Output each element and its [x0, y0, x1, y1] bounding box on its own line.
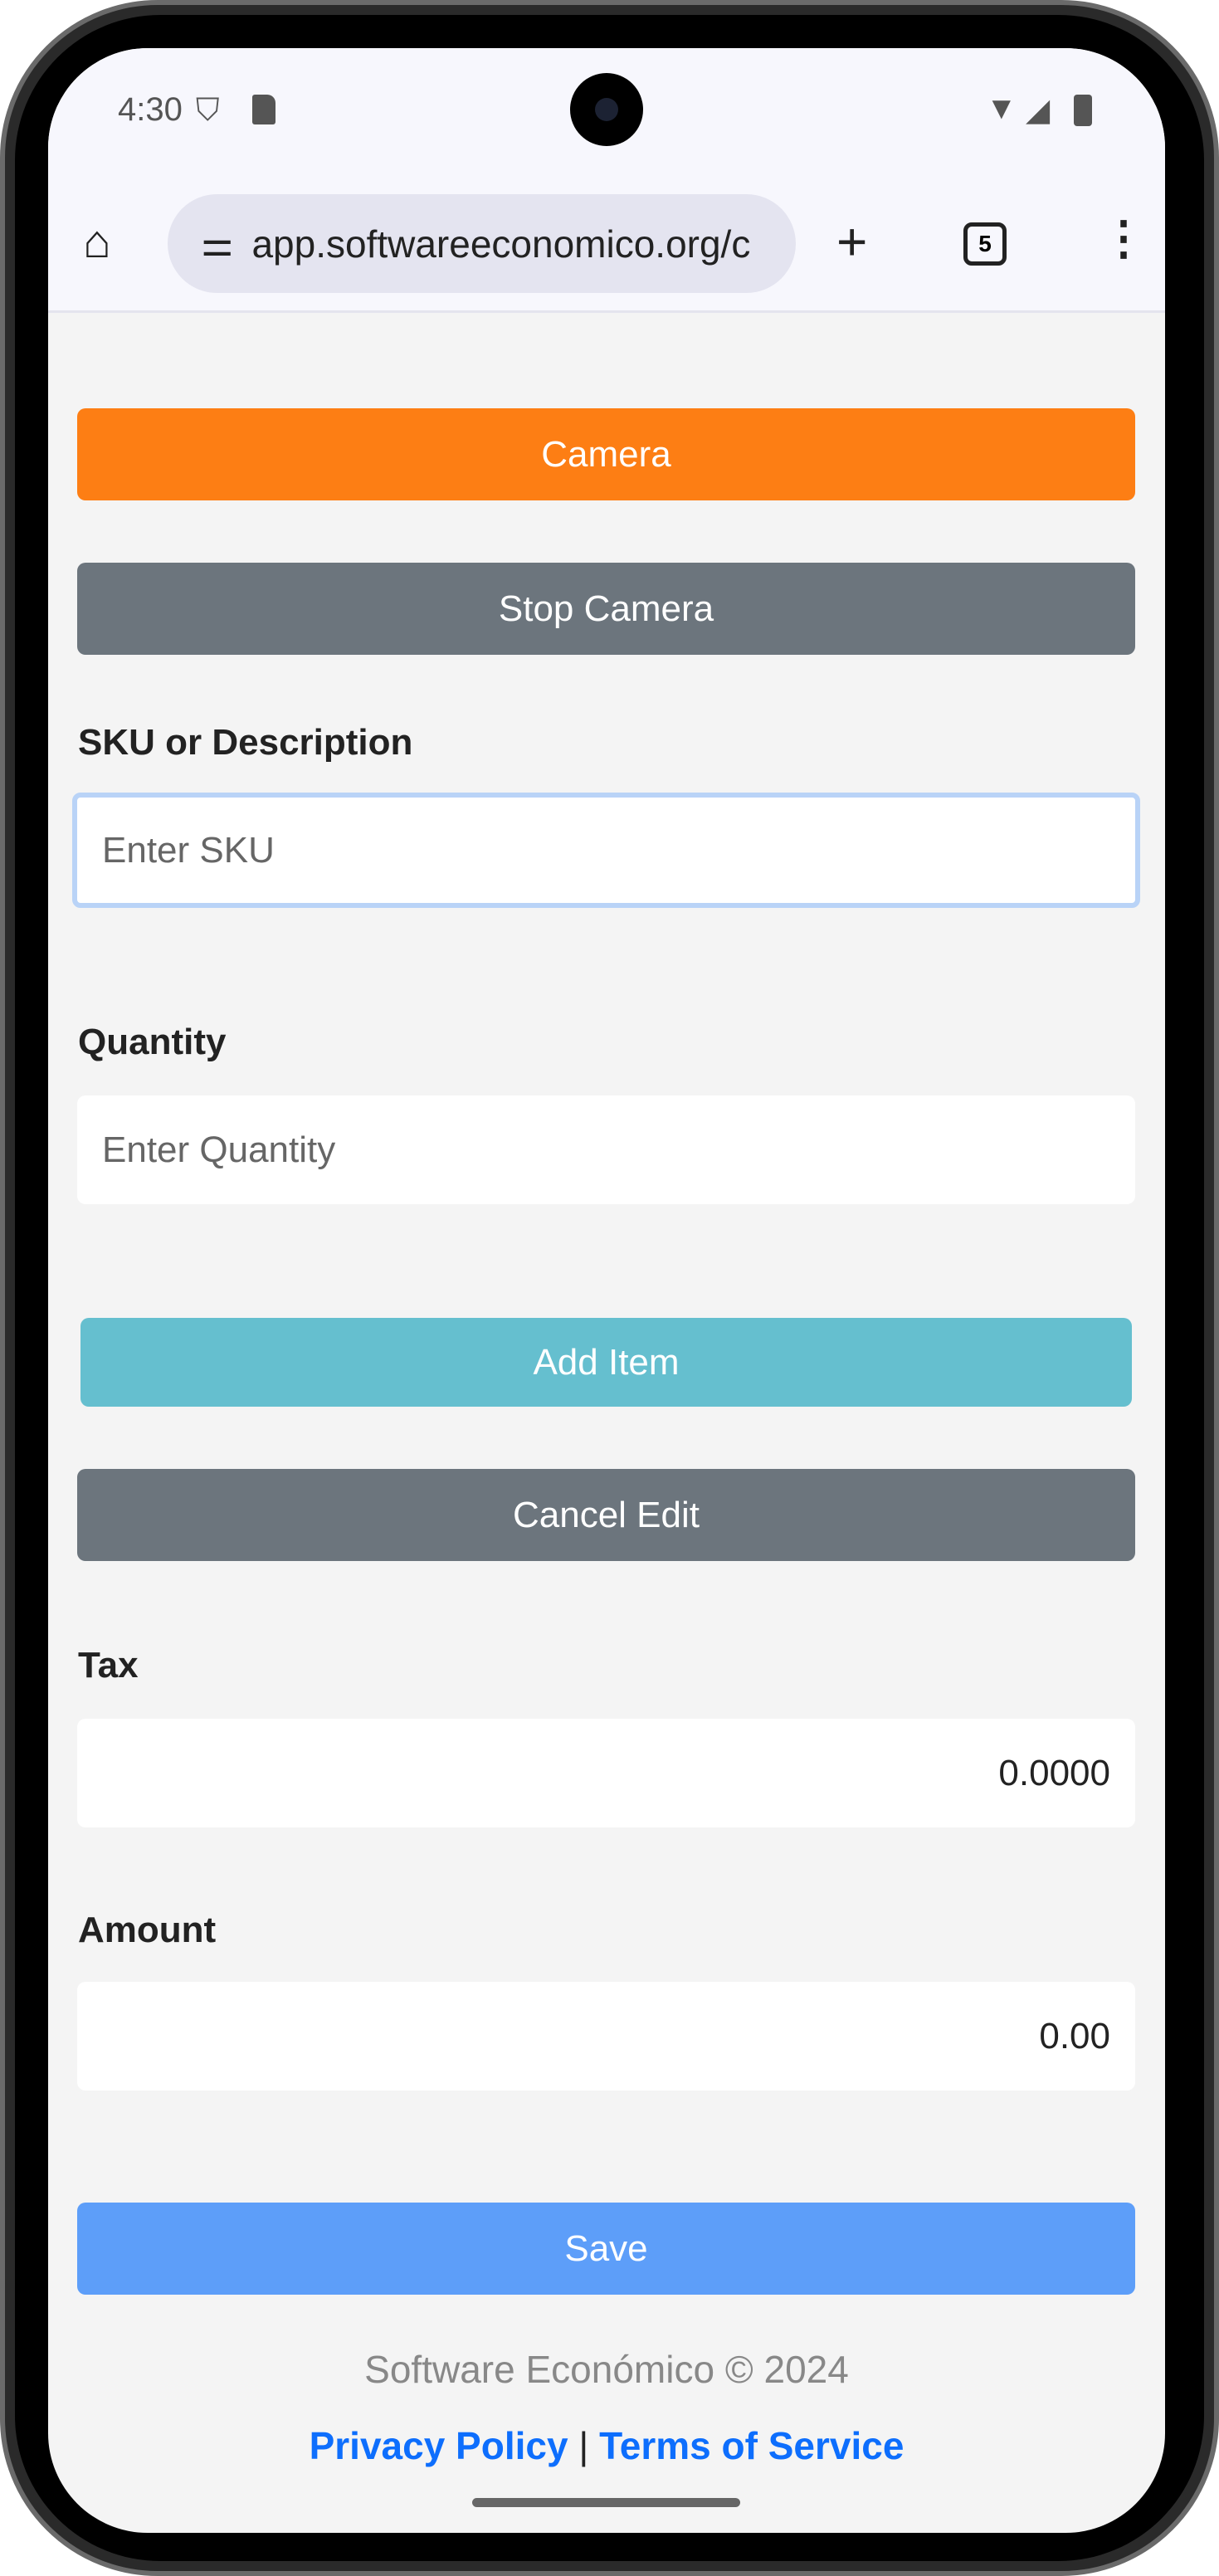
sd-card-icon [252, 95, 275, 124]
stop-camera-button[interactable]: Stop Camera [77, 563, 1135, 655]
footer-links: Privacy Policy | Terms of Service [48, 2423, 1165, 2468]
quantity-label: Quantity [78, 1022, 227, 1062]
tab-switcher-button[interactable]: 5 [963, 222, 1007, 266]
sku-input[interactable]: Enter SKU [72, 793, 1140, 908]
copyright-text: Software Económico © 2024 [364, 2348, 849, 2391]
quantity-input[interactable]: Enter Quantity [77, 1095, 1135, 1204]
cancel-edit-button[interactable]: Cancel Edit [77, 1469, 1135, 1561]
amount-label: Amount [78, 1910, 217, 1950]
url-bar[interactable]: ⚌ app.softwareeconomico.org/c [168, 194, 796, 293]
new-tab-icon[interactable]: + [836, 211, 867, 272]
add-item-button[interactable]: Add Item [80, 1318, 1132, 1407]
sku-label: SKU or Description [78, 722, 413, 763]
camera-button[interactable]: Camera [77, 408, 1135, 500]
terms-of-service-link[interactable]: Terms of Service [599, 2424, 904, 2467]
shield-icon: ⛉ [196, 93, 220, 128]
footer-separator: | [578, 2424, 589, 2467]
home-gesture-bar[interactable] [472, 2498, 740, 2507]
status-time: 4:30 [118, 91, 183, 128]
battery-icon [1074, 95, 1092, 126]
home-icon[interactable]: ⌂ [83, 214, 111, 268]
screen: 4:30 ⛉ ▼ ◢ ⌂ ⚌ app.softwareeconomico.org… [48, 48, 1165, 2533]
browser-chrome: 4:30 ⛉ ▼ ◢ ⌂ ⚌ app.softwareeconomico.org… [48, 48, 1165, 313]
save-button[interactable]: Save [77, 2203, 1135, 2295]
site-settings-icon[interactable]: ⚌ [201, 222, 233, 265]
amount-input[interactable]: 0.00 [77, 1982, 1135, 2091]
front-camera [570, 73, 643, 146]
menu-icon[interactable]: ⋮ [1100, 211, 1147, 266]
tax-input[interactable]: 0.0000 [77, 1719, 1135, 1827]
url-text: app.softwareeconomico.org/c [251, 222, 751, 266]
privacy-policy-link[interactable]: Privacy Policy [310, 2424, 568, 2467]
tax-label: Tax [78, 1645, 139, 1686]
wifi-icon: ▼ [986, 91, 1017, 126]
signal-icon: ◢ [1026, 93, 1051, 128]
